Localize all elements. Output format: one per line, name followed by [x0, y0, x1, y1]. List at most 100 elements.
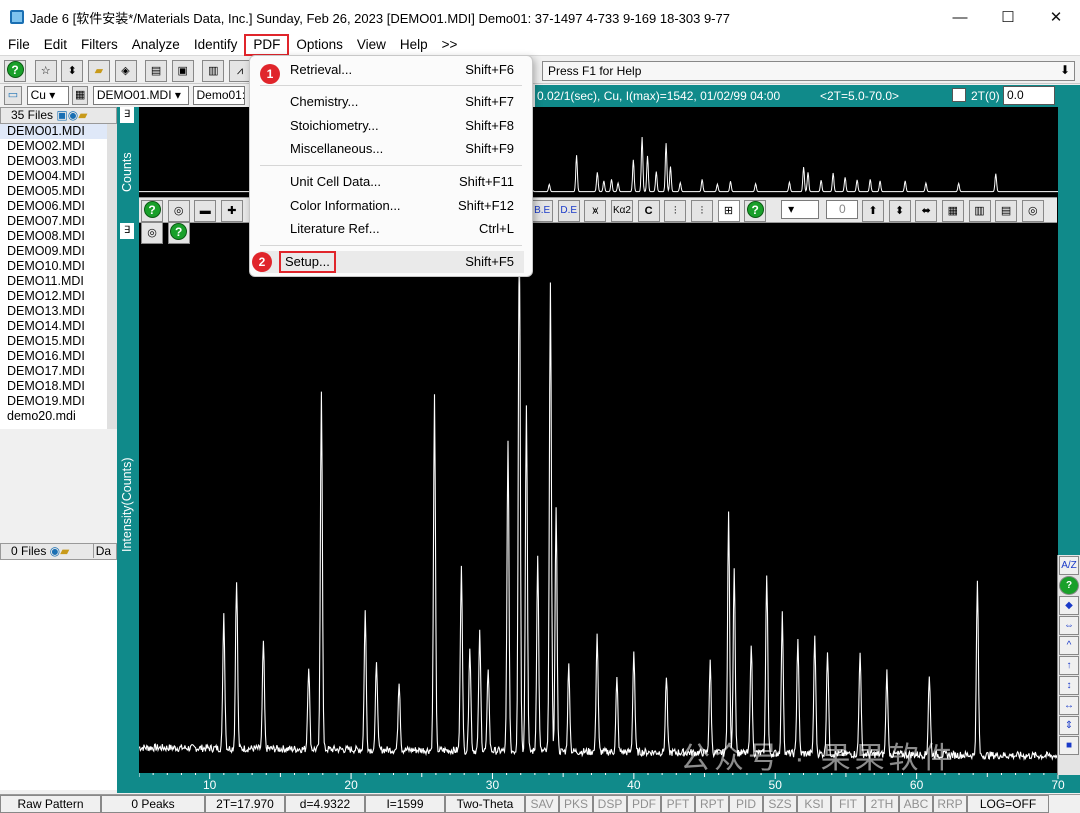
- status-cell-pft[interactable]: PFT: [661, 795, 695, 813]
- menu-options[interactable]: Options: [289, 34, 350, 56]
- menu-item-literature[interactable]: Literature Ref... Ctrl+L: [290, 218, 524, 240]
- file-list-item[interactable]: DEMO07.MDI: [0, 214, 107, 229]
- file-list-item[interactable]: DEMO01.MDI: [0, 124, 107, 139]
- file-list-item[interactable]: DEMO09.MDI: [0, 244, 107, 259]
- file-list-item[interactable]: DEMO14.MDI: [0, 319, 107, 334]
- tick-button[interactable]: ⫶: [664, 200, 687, 222]
- menu-edit[interactable]: Edit: [37, 34, 74, 56]
- bars2-plot-button[interactable]: ▤: [995, 200, 1018, 222]
- maximize-button[interactable]: ☐: [984, 0, 1032, 34]
- side-tool-button[interactable]: ^: [1059, 636, 1079, 655]
- open-button[interactable]: ▰: [87, 60, 110, 82]
- plot-help-button[interactable]: ?: [141, 200, 163, 222]
- arrow-down-icon[interactable]: ⬇: [1060, 63, 1070, 77]
- menu-help[interactable]: Help: [393, 34, 435, 56]
- plot-plus-button[interactable]: ✚: [220, 200, 243, 222]
- c-button[interactable]: C: [637, 200, 660, 222]
- file-list-item[interactable]: DEMO05.MDI: [0, 184, 107, 199]
- de-button[interactable]: D.E: [557, 200, 580, 222]
- status-cell-pdf[interactable]: PDF: [627, 795, 661, 813]
- file-list[interactable]: DEMO01.MDI DEMO02.MDI DEMO03.MDI DEMO04.MDI…: [0, 124, 117, 429]
- side-tool-button[interactable]: ↕: [1059, 676, 1079, 695]
- status-cell-dsp[interactable]: DSP: [593, 795, 627, 813]
- menu-pdf[interactable]: PDF: [244, 33, 290, 56]
- status-cell-ksi[interactable]: KSI: [797, 795, 831, 813]
- file-list-item[interactable]: DEMO02.MDI: [0, 139, 107, 154]
- help-button[interactable]: ?: [4, 60, 26, 82]
- lower-file-list[interactable]: [0, 560, 117, 790]
- file-select[interactable]: DEMO01.MDI ▾: [92, 86, 189, 105]
- tick2-button[interactable]: ⫶: [690, 200, 713, 222]
- menu-view[interactable]: View: [350, 34, 393, 56]
- offset-input[interactable]: 0.0: [1003, 86, 1055, 105]
- side-tool-button[interactable]: ↔: [1059, 696, 1079, 715]
- side-tool-button[interactable]: ↑: [1059, 656, 1079, 675]
- horiz-button[interactable]: ⬌: [915, 200, 938, 222]
- file-list-item[interactable]: DEMO06.MDI: [0, 199, 107, 214]
- file-list-item[interactable]: DEMO10.MDI: [0, 259, 107, 274]
- ring-button[interactable]: ◎: [1021, 200, 1044, 222]
- status-cell-abc[interactable]: ABC: [899, 795, 933, 813]
- menu-item-color-info[interactable]: Color Information... Shift+F12: [290, 195, 524, 217]
- side-tool-button[interactable]: ⇔: [1059, 616, 1079, 635]
- peak-button[interactable]: ⩘: [229, 60, 251, 82]
- plot-number[interactable]: 0: [826, 200, 859, 219]
- anode-select[interactable]: Cu ▾: [26, 86, 69, 105]
- menu-more[interactable]: >>: [435, 34, 465, 56]
- save-button[interactable]: ▣: [171, 60, 194, 82]
- page-button[interactable]: ▦: [72, 86, 89, 105]
- status-cell-rpt[interactable]: RPT: [695, 795, 729, 813]
- file-list-item[interactable]: DEMO19.MDI: [0, 394, 107, 409]
- file-list-item[interactable]: DEMO03.MDI: [0, 154, 107, 169]
- menu-analyze[interactable]: Analyze: [125, 34, 187, 56]
- side-tool-button[interactable]: ◆: [1059, 596, 1079, 615]
- close-button[interactable]: ✕: [1032, 0, 1080, 34]
- plot-help2-button[interactable]: ?: [744, 200, 767, 222]
- updown-button[interactable]: ⬍: [61, 60, 84, 82]
- top-zoom-button[interactable]: ∃: [120, 107, 134, 123]
- file-list-item[interactable]: DEMO11.MDI: [0, 274, 107, 289]
- status-cell-rrp[interactable]: RRP: [933, 795, 967, 813]
- plot-select[interactable]: ▾: [780, 200, 819, 219]
- file-list-item[interactable]: DEMO16.MDI: [0, 349, 107, 364]
- menu-file[interactable]: File: [0, 34, 37, 56]
- menu-item-unit-cell[interactable]: Unit Cell Data... Shift+F11: [290, 171, 524, 193]
- vert-button[interactable]: ⬍: [888, 200, 911, 222]
- menu-item-stoichiometry[interactable]: Stoichiometry... Shift+F8: [290, 115, 524, 137]
- up-button[interactable]: ⬆: [862, 200, 884, 222]
- peaks-button[interactable]: ⩙: [584, 200, 607, 222]
- file-list-item[interactable]: DEMO04.MDI: [0, 169, 107, 184]
- grid-button[interactable]: ⊞: [717, 200, 740, 222]
- file-list-item[interactable]: DEMO08.MDI: [0, 229, 107, 244]
- bars-button[interactable]: ▥: [202, 60, 225, 82]
- menu-item-retrieval[interactable]: Retrieval... Shift+F6: [290, 59, 524, 81]
- offset-checkbox[interactable]: [952, 88, 966, 102]
- menu-filters[interactable]: Filters: [74, 34, 125, 56]
- file-list-item[interactable]: DEMO15.MDI: [0, 334, 107, 349]
- status-cell-pid[interactable]: PID: [729, 795, 763, 813]
- bars-plot-button[interactable]: ▥: [968, 200, 991, 222]
- filter-button[interactable]: ☆: [34, 60, 57, 82]
- status-cell-szs[interactable]: SZS: [763, 795, 797, 813]
- plot-help3-button[interactable]: ?: [167, 222, 190, 244]
- file-list-item[interactable]: demo20.mdi: [0, 409, 107, 424]
- menu-item-setup[interactable]: Setup... Shift+F5: [260, 251, 524, 273]
- print-button[interactable]: ▤: [145, 60, 168, 82]
- file-list-item[interactable]: DEMO13.MDI: [0, 304, 107, 319]
- status-cell-sav[interactable]: SAV: [525, 795, 559, 813]
- menu-item-miscellaneous[interactable]: Miscellaneous... Shift+F9: [290, 138, 524, 160]
- plot-minus-button[interactable]: ▬: [194, 200, 217, 222]
- ring2-button[interactable]: ◎: [141, 222, 163, 244]
- minimize-button[interactable]: —: [936, 0, 984, 34]
- plot-circle-button[interactable]: ◎: [167, 200, 190, 222]
- side-tool-button[interactable]: ⇕: [1059, 716, 1079, 735]
- side-tool-button[interactable]: ?: [1059, 576, 1079, 595]
- file-list-item[interactable]: DEMO12.MDI: [0, 289, 107, 304]
- demo-field[interactable]: Demo01:: [192, 86, 245, 105]
- status-cell-fit[interactable]: FIT: [831, 795, 865, 813]
- folder-small-button[interactable]: ▭: [4, 86, 22, 105]
- menu-item-chemistry[interactable]: Chemistry... Shift+F7: [290, 91, 524, 113]
- diamond-button[interactable]: ◈: [114, 60, 137, 82]
- side-tool-button[interactable]: A/Z: [1059, 556, 1079, 575]
- file-list-item[interactable]: DEMO18.MDI: [0, 379, 107, 394]
